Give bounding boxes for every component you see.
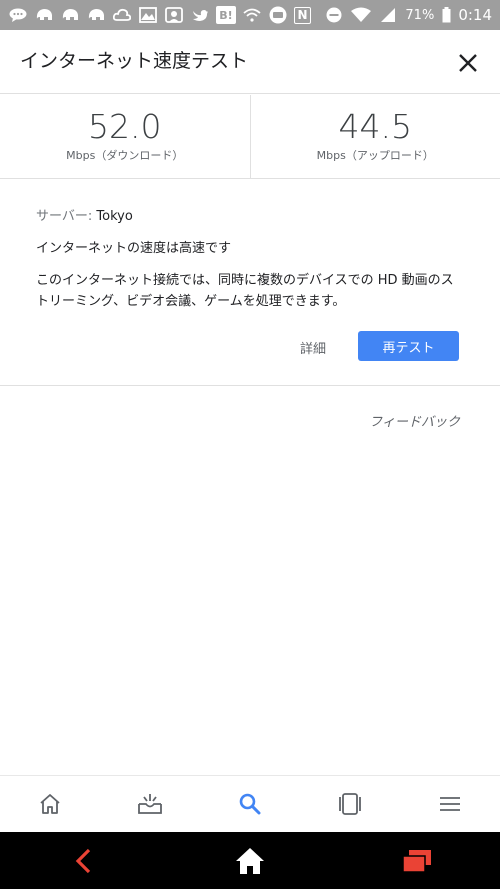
status-bar: B! N 71% 0:14 xyxy=(0,0,500,30)
download-speed-unit: Mbps（ダウンロード） xyxy=(66,149,184,162)
search-icon xyxy=(239,793,261,815)
result-card: サーバー: Tokyo インターネットの速度は高速です このインターネット接続で… xyxy=(0,180,500,386)
upload-speed: 44.5 Mbps（アップロード） xyxy=(249,95,500,178)
nav-search[interactable] xyxy=(200,776,300,833)
home-icon xyxy=(235,847,264,874)
sticker-icon xyxy=(164,6,184,24)
details-link[interactable]: 詳細 xyxy=(300,338,326,357)
battery-icon xyxy=(441,6,451,24)
do-not-disturb-icon xyxy=(324,6,344,24)
system-status: 71% 0:14 xyxy=(324,6,492,24)
tabs-icon xyxy=(339,793,361,815)
signal-icon xyxy=(378,6,398,24)
nav-tabs[interactable] xyxy=(300,776,400,833)
b-badge-icon: B! xyxy=(216,6,236,24)
nav-inbox[interactable] xyxy=(100,776,200,833)
chat-bubble-icon xyxy=(8,6,28,24)
home-icon xyxy=(40,794,60,814)
elephant-icon xyxy=(86,6,106,24)
menu-icon xyxy=(440,797,460,811)
server-info: サーバー: Tokyo xyxy=(36,205,133,224)
elephant-icon xyxy=(60,6,80,24)
app-header: インターネット速度テスト xyxy=(0,30,500,94)
bottom-nav xyxy=(0,775,500,832)
gallery-icon xyxy=(138,6,158,24)
battery-percentage: 71% xyxy=(405,7,435,23)
nav-menu[interactable] xyxy=(400,776,500,833)
elephant-icon xyxy=(34,6,54,24)
cloud-icon xyxy=(112,6,132,24)
system-recent-apps-button[interactable] xyxy=(387,839,447,883)
retest-button[interactable]: 再テスト xyxy=(358,331,459,361)
download-speed: 52.0 Mbps（ダウンロード） xyxy=(0,95,250,178)
result-description: このインターネット接続では、同時に複数のデバイスでの HD 動画のストリーミング… xyxy=(36,273,454,309)
wifi-icon xyxy=(351,6,372,24)
twitter-bird-icon xyxy=(190,6,210,24)
inbox-icon xyxy=(138,794,162,814)
speed-results: 52.0 Mbps（ダウンロード） 44.5 Mbps（アップロード） xyxy=(0,95,500,179)
whitespace-chat-icon xyxy=(268,6,288,24)
clock: 0:14 xyxy=(458,6,492,24)
nav-home[interactable] xyxy=(0,776,100,833)
server-value: Tokyo xyxy=(96,209,133,224)
back-icon xyxy=(76,848,91,873)
nfc-icon: N xyxy=(294,6,311,24)
upload-speed-unit: Mbps（アップロード） xyxy=(316,149,434,162)
result-headline: インターネットの速度は高速です xyxy=(36,241,232,256)
recent-apps-icon xyxy=(401,849,431,873)
system-home-button[interactable] xyxy=(220,839,280,883)
system-nav-bar xyxy=(0,832,500,889)
system-back-button[interactable] xyxy=(53,839,113,883)
close-button[interactable] xyxy=(452,47,484,79)
upload-speed-value: 44.5 xyxy=(338,107,412,146)
server-label: サーバー: xyxy=(36,209,97,224)
notification-icons: B! N xyxy=(8,6,324,24)
download-speed-value: 52.0 xyxy=(88,107,162,146)
close-icon xyxy=(459,54,477,72)
feedback-link[interactable]: フィードバック xyxy=(369,411,460,430)
wifi-icon xyxy=(242,6,262,24)
page-title: インターネット速度テスト xyxy=(20,50,249,72)
